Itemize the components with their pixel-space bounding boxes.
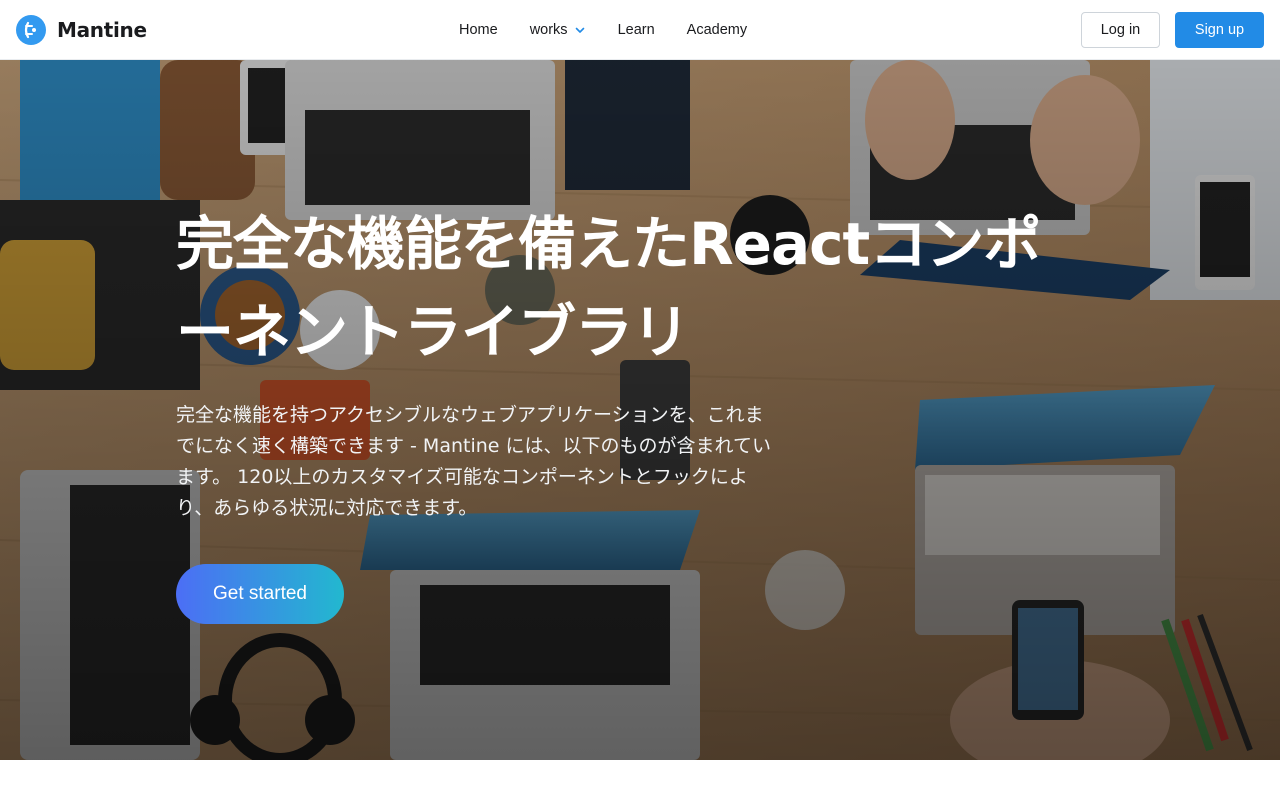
hero-description: 完全な機能を持つアクセシブルなウェブアプリケーションを、これまでになく速く構築で… — [176, 404, 771, 519]
nav-learn[interactable]: Learn — [602, 14, 671, 46]
nav-works-label: works — [529, 22, 568, 38]
nav-academy-label: Academy — [686, 22, 748, 38]
chevron-down-icon — [574, 24, 586, 36]
hero-title: 完全な機能を備えたReactコンポーネントライブラリ — [176, 210, 1041, 366]
signup-button[interactable]: Sign up — [1175, 12, 1264, 48]
login-button[interactable]: Log in — [1081, 12, 1160, 48]
mantine-logo-icon — [16, 15, 46, 45]
nav-works[interactable]: works — [514, 14, 602, 46]
nav-learn-label: Learn — [617, 22, 655, 38]
brand-logo[interactable]: Mantine — [16, 14, 147, 46]
auth-buttons: Log in Sign up — [1081, 12, 1264, 48]
main-nav: Home works Learn Academy — [443, 0, 763, 60]
top-header: Mantine Home works Learn Academy Log in … — [0, 0, 1280, 60]
page-below-hero — [0, 760, 1280, 792]
hero-content: 完全な機能を備えたReactコンポーネントライブラリ 完全な機能を持つアクセシブ… — [176, 200, 1096, 624]
nav-home-label: Home — [459, 22, 498, 38]
get-started-button[interactable]: Get started — [176, 564, 344, 624]
nav-home[interactable]: Home — [443, 14, 514, 46]
hero-section: 完全な機能を備えたReactコンポーネントライブラリ 完全な機能を持つアクセシブ… — [0, 60, 1280, 760]
nav-academy[interactable]: Academy — [671, 14, 763, 46]
brand-name: Mantine — [57, 18, 147, 42]
